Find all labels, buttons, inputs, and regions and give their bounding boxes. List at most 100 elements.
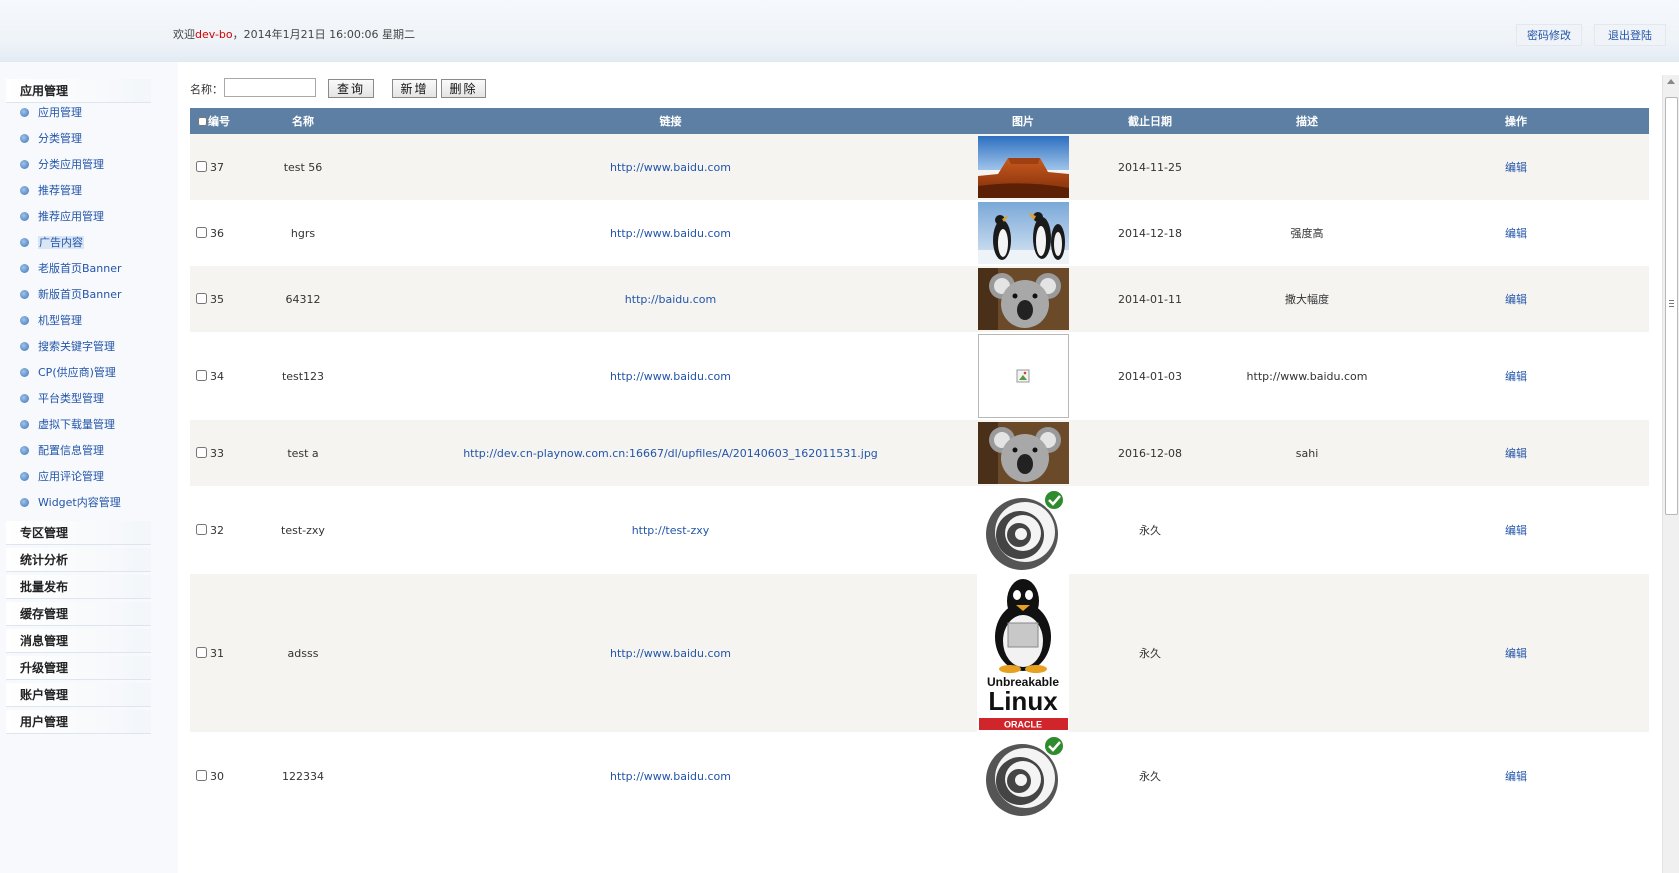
koala-image bbox=[977, 268, 1069, 330]
table-row: 36 hgrs http://www.baidu.com 2014-12-18 … bbox=[190, 200, 1649, 266]
sidebar-item-widget-content-management[interactable]: Widget内容管理 bbox=[20, 494, 121, 512]
sidebar-group-upgrade-management[interactable]: 升级管理 bbox=[6, 656, 151, 680]
row-end-date: 永久 bbox=[1069, 574, 1231, 732]
row-name: test a bbox=[242, 420, 364, 486]
name-label: 名称： bbox=[190, 83, 223, 96]
row-link[interactable]: http://www.baidu.com bbox=[610, 370, 731, 383]
row-name: test-zxy bbox=[242, 486, 364, 574]
sidebar-item-platform-type-management[interactable]: 平台类型管理 bbox=[20, 390, 104, 408]
bullet-icon bbox=[20, 394, 29, 403]
edit-link[interactable]: 编辑 bbox=[1505, 447, 1527, 460]
sidebar-item-recommend-app-management[interactable]: 推荐应用管理 bbox=[20, 208, 104, 226]
row-checkbox[interactable] bbox=[196, 769, 207, 781]
add-button[interactable]: 新增 bbox=[392, 79, 437, 98]
row-name: test 56 bbox=[242, 134, 364, 200]
sidebar-item-recommend-management[interactable]: 推荐管理 bbox=[20, 182, 82, 200]
sidebar-group-zone-management[interactable]: 专区管理 bbox=[6, 521, 151, 545]
bullet-icon bbox=[20, 238, 29, 247]
penguins-image bbox=[977, 202, 1069, 264]
header-action: 操作 bbox=[1383, 108, 1649, 134]
sidebar-group-batch-publish[interactable]: 批量发布 bbox=[6, 575, 151, 599]
edit-link[interactable]: 编辑 bbox=[1505, 647, 1527, 660]
row-id: 30 bbox=[210, 769, 224, 783]
username: dev-bo bbox=[195, 28, 233, 41]
logout-button[interactable]: 退出登陆 bbox=[1594, 24, 1666, 46]
sidebar-item-cp-supplier-management[interactable]: CP(供应商)管理 bbox=[20, 364, 116, 382]
change-password-button[interactable]: 密码修改 bbox=[1516, 24, 1582, 46]
sidebar-group-message-management[interactable]: 消息管理 bbox=[6, 629, 151, 653]
grip-icon bbox=[1669, 300, 1674, 307]
scroll-up-arrow-icon[interactable] bbox=[1667, 79, 1675, 84]
sidebar-item-category-management[interactable]: 分类管理 bbox=[20, 130, 82, 148]
row-description bbox=[1231, 134, 1383, 200]
row-description bbox=[1231, 732, 1383, 820]
edit-link[interactable]: 编辑 bbox=[1505, 770, 1527, 783]
bullet-icon bbox=[20, 108, 29, 117]
row-checkbox[interactable] bbox=[196, 226, 207, 238]
sidebar-item-app-management[interactable]: 应用管理 bbox=[20, 104, 82, 122]
table-row: 30 122334 http://www.baidu.com 永久 编辑 bbox=[190, 732, 1649, 820]
edit-link[interactable]: 编辑 bbox=[1505, 161, 1527, 174]
name-search-input[interactable] bbox=[224, 78, 316, 97]
row-checkbox[interactable] bbox=[196, 646, 207, 658]
koala-image bbox=[977, 422, 1069, 484]
edit-link[interactable]: 编辑 bbox=[1505, 293, 1527, 306]
row-link[interactable]: http://test-zxy bbox=[632, 524, 710, 537]
sidebar-item-ad-content[interactable]: 广告内容 bbox=[20, 234, 84, 252]
sidebar-item-old-home-banner[interactable]: 老版首页Banner bbox=[20, 260, 122, 278]
sidebar-group-cache-management[interactable]: 缓存管理 bbox=[6, 602, 151, 626]
edit-link[interactable]: 编辑 bbox=[1505, 524, 1527, 537]
sidebar-item-virtual-download-management[interactable]: 虚拟下载量管理 bbox=[20, 416, 115, 434]
row-link[interactable]: http://www.baidu.com bbox=[610, 161, 731, 174]
header-description: 描述 bbox=[1231, 108, 1383, 134]
bullet-icon bbox=[20, 134, 29, 143]
header-name: 名称 bbox=[242, 108, 364, 134]
header-image: 图片 bbox=[977, 108, 1069, 134]
row-link[interactable]: http://www.baidu.com bbox=[610, 770, 731, 783]
query-button[interactable]: 查询 bbox=[328, 79, 374, 98]
row-description bbox=[1231, 574, 1383, 732]
row-link[interactable]: http://www.baidu.com bbox=[610, 227, 731, 240]
table-row: 33 test a http://dev.cn-playnow.com.cn:1… bbox=[190, 420, 1649, 486]
row-id: 34 bbox=[210, 369, 224, 383]
row-checkbox[interactable] bbox=[196, 523, 207, 535]
row-checkbox[interactable] bbox=[196, 160, 207, 172]
sidebar-item-app-comment-management[interactable]: 应用评论管理 bbox=[20, 468, 104, 486]
header-link: 链接 bbox=[364, 108, 977, 134]
row-link[interactable]: http://dev.cn-playnow.com.cn:16667/dl/up… bbox=[463, 447, 878, 460]
row-checkbox[interactable] bbox=[196, 292, 207, 304]
sidebar-item-category-app-management[interactable]: 分类应用管理 bbox=[20, 156, 104, 174]
edit-link[interactable]: 编辑 bbox=[1505, 227, 1527, 240]
sidebar-item-new-home-banner[interactable]: 新版首页Banner bbox=[20, 286, 122, 304]
vertical-scrollbar[interactable] bbox=[1662, 75, 1679, 873]
edit-link[interactable]: 编辑 bbox=[1505, 370, 1527, 383]
sidebar: 应用管理 应用管理 分类管理 分类应用管理 推荐管理 推荐应用管理 广告内容 老… bbox=[0, 62, 178, 873]
welcome-text: 欢迎dev-bo，2014年1月21日 16:00:06 星期二 bbox=[173, 26, 415, 42]
bullet-icon bbox=[20, 446, 29, 455]
bullet-icon bbox=[20, 186, 29, 195]
scrollbar-thumb[interactable] bbox=[1665, 97, 1678, 515]
row-id: 37 bbox=[210, 160, 224, 174]
delete-button[interactable]: 删除 bbox=[441, 79, 486, 98]
select-all-checkbox[interactable] bbox=[198, 117, 207, 126]
bullet-icon bbox=[20, 264, 29, 273]
sidebar-item-config-info-management[interactable]: 配置信息管理 bbox=[20, 442, 104, 460]
row-checkbox[interactable] bbox=[196, 446, 207, 458]
sidebar-group-statistics[interactable]: 统计分析 bbox=[6, 548, 151, 572]
row-link[interactable]: http://baidu.com bbox=[625, 293, 716, 306]
row-end-date: 2014-01-03 bbox=[1069, 332, 1231, 420]
row-description bbox=[1231, 486, 1383, 574]
sidebar-item-device-model-management[interactable]: 机型管理 bbox=[20, 312, 82, 330]
row-link[interactable]: http://www.baidu.com bbox=[610, 647, 731, 660]
row-checkbox[interactable] bbox=[196, 369, 207, 381]
sidebar-item-search-keyword-management[interactable]: 搜索关键字管理 bbox=[20, 338, 115, 356]
linux-text: Linux bbox=[988, 686, 1058, 716]
desert-mesa-image bbox=[977, 136, 1069, 198]
sidebar-group-account-management[interactable]: 账户管理 bbox=[6, 683, 151, 707]
bullet-icon bbox=[20, 290, 29, 299]
sidebar-group-app-management[interactable]: 应用管理 bbox=[6, 79, 151, 103]
sidebar-group-user-management[interactable]: 用户管理 bbox=[6, 710, 151, 734]
table-row: 31 adsss http://www.baidu.com Unbreakabl… bbox=[190, 574, 1649, 732]
row-id: 32 bbox=[210, 523, 224, 537]
row-name: test123 bbox=[242, 332, 364, 420]
